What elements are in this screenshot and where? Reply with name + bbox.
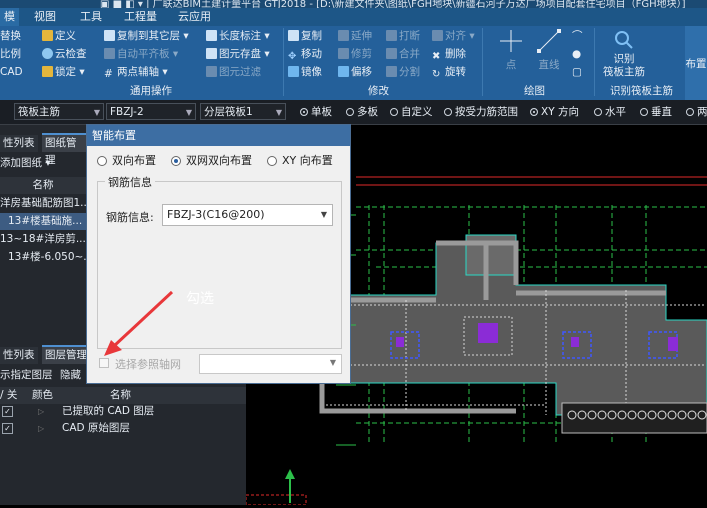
annotation-arrow (104, 290, 174, 356)
annotation-text: 勾选 (186, 291, 214, 307)
